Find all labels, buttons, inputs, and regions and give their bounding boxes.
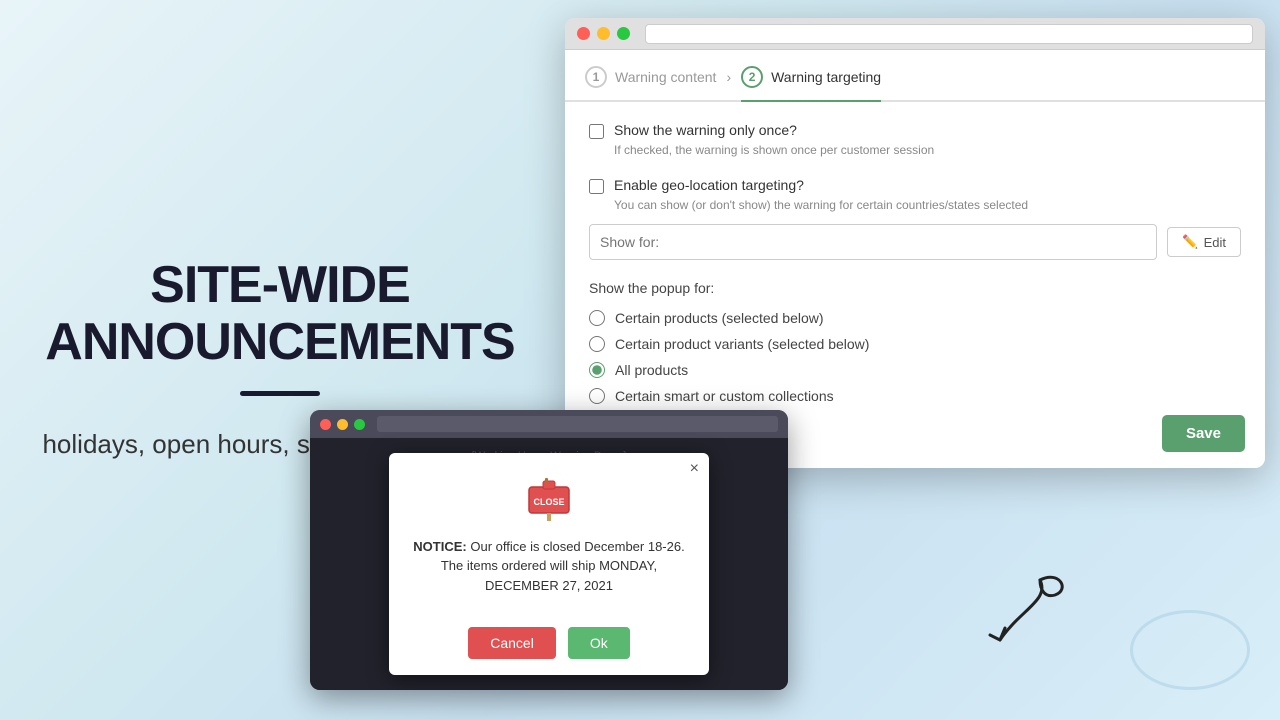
stepper-tabs: 1 Warning content › 2 Warning targeting xyxy=(565,50,1265,102)
demo-traffic-light-red[interactable] xyxy=(320,419,331,430)
traffic-light-green[interactable] xyxy=(617,27,630,40)
step1-tab[interactable]: 1 Warning content xyxy=(585,66,716,100)
demo-traffic-light-yellow[interactable] xyxy=(337,419,348,430)
title-divider xyxy=(240,391,320,396)
step2-label: Warning targeting xyxy=(771,69,881,85)
step1-num: 1 xyxy=(585,66,607,88)
modal-buttons: Cancel Ok xyxy=(389,627,709,675)
modal-close-button[interactable]: × xyxy=(690,461,699,477)
step1-label: Warning content xyxy=(615,69,716,85)
browser-addressbar xyxy=(645,24,1253,44)
radio-row-0: Certain products (selected below) xyxy=(589,310,1241,326)
browser-titlebar xyxy=(565,18,1265,50)
edit-icon: ✏️ xyxy=(1182,234,1198,250)
show-once-label: Show the warning only once? xyxy=(614,122,797,138)
modal-box: × CLOSE xyxy=(389,453,709,676)
show-for-input[interactable] xyxy=(589,224,1157,260)
notice-label: NOTICE: xyxy=(413,539,466,554)
radio-all-products[interactable] xyxy=(589,362,605,378)
svg-text:CLOSE: CLOSE xyxy=(533,497,564,507)
geo-row: Enable geo-location targeting? You can s… xyxy=(589,177,1241,260)
modal-body: CLOSE NOTICE: Our office is closed Decem… xyxy=(389,453,709,628)
save-button[interactable]: Save xyxy=(1162,415,1245,452)
traffic-light-red[interactable] xyxy=(577,27,590,40)
demo-titlebar xyxy=(310,410,788,438)
close-sign-icon: CLOSE xyxy=(523,473,575,525)
modal-overlay: × CLOSE xyxy=(310,438,788,690)
modal-notice-text: NOTICE: Our office is closed December 18… xyxy=(413,537,685,596)
geo-checkbox[interactable] xyxy=(589,179,604,194)
demo-traffic-light-green[interactable] xyxy=(354,419,365,430)
radio-label-2: All products xyxy=(615,362,688,378)
show-popup-row: Show the popup for: Certain products (se… xyxy=(589,280,1241,404)
show-once-checkbox[interactable] xyxy=(589,124,604,139)
step2-num: 2 xyxy=(741,66,763,88)
notice-body: Our office is closed December 18-26. The… xyxy=(441,539,685,593)
radio-label-1: Certain product variants (selected below… xyxy=(615,336,869,352)
arrow-annotation xyxy=(960,560,1080,660)
show-once-helper: If checked, the warning is shown once pe… xyxy=(614,143,1241,157)
ok-button[interactable]: Ok xyxy=(568,627,630,659)
show-once-row: Show the warning only once? If checked, … xyxy=(589,122,1241,157)
geo-label: Enable geo-location targeting? xyxy=(614,177,804,193)
form-area: Show the warning only once? If checked, … xyxy=(565,102,1265,444)
demo-content: {Working Hours Warning Demo} × xyxy=(310,438,788,690)
main-browser-window: 1 Warning content › 2 Warning targeting … xyxy=(565,18,1265,468)
radio-certain-products[interactable] xyxy=(589,310,605,326)
cancel-button[interactable]: Cancel xyxy=(468,627,556,659)
deco-circle xyxy=(1130,610,1250,690)
radio-collections[interactable] xyxy=(589,388,605,404)
demo-addressbar xyxy=(377,416,778,432)
radio-label-0: Certain products (selected below) xyxy=(615,310,824,326)
edit-button[interactable]: ✏️ Edit xyxy=(1167,227,1241,257)
edit-label: Edit xyxy=(1204,235,1226,250)
traffic-light-yellow[interactable] xyxy=(597,27,610,40)
radio-label-3: Certain smart or custom collections xyxy=(615,388,834,404)
radio-certain-variants[interactable] xyxy=(589,336,605,352)
show-popup-label: Show the popup for: xyxy=(589,280,1241,296)
stepper-arrow: › xyxy=(726,69,731,97)
radio-row-3: Certain smart or custom collections xyxy=(589,388,1241,404)
radio-row-1: Certain product variants (selected below… xyxy=(589,336,1241,352)
step2-tab[interactable]: 2 Warning targeting xyxy=(741,66,881,102)
main-title: SITE-WIDE ANNOUNCEMENTS xyxy=(45,257,514,371)
show-for-row: ✏️ Edit xyxy=(589,224,1241,260)
radio-group: Certain products (selected below) Certai… xyxy=(589,310,1241,404)
geo-helper: You can show (or don't show) the warning… xyxy=(614,198,1241,212)
radio-row-2: All products xyxy=(589,362,1241,378)
browser-content: 1 Warning content › 2 Warning targeting … xyxy=(565,50,1265,468)
demo-browser-window: {Working Hours Warning Demo} × xyxy=(310,410,788,690)
